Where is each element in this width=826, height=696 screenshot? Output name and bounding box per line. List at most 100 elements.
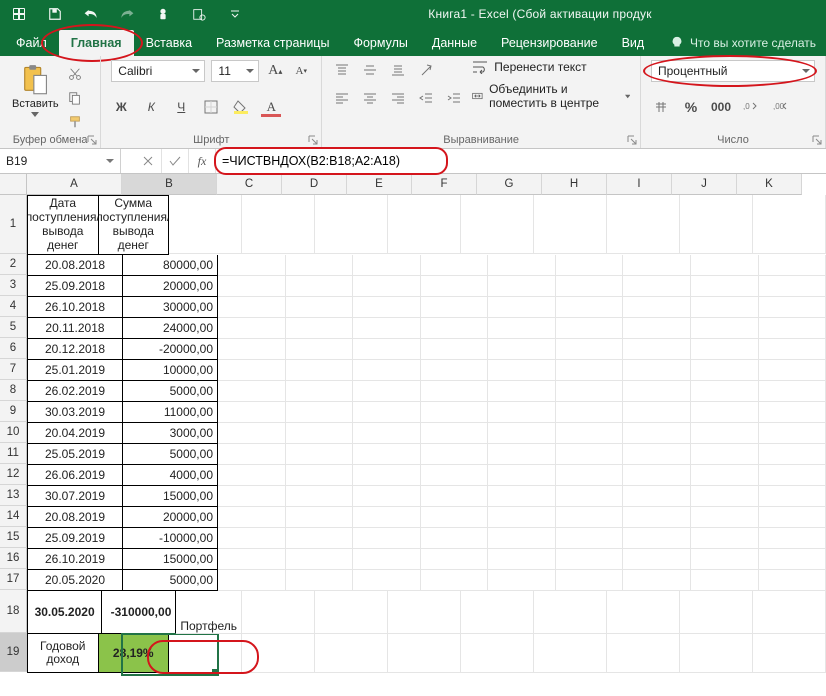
orientation-icon[interactable] [416,60,436,80]
column-header[interactable]: A [27,174,122,195]
align-right-icon[interactable] [388,88,408,108]
column-header[interactable]: F [412,174,477,195]
dialog-launcher-icon[interactable] [627,135,637,145]
currency-icon[interactable] [651,97,671,117]
cell[interactable] [353,297,421,318]
cell[interactable] [680,591,753,634]
cell[interactable] [556,297,624,318]
cell[interactable]: 25.09.2019 [27,528,123,549]
cell[interactable] [488,570,556,591]
cell[interactable] [218,339,286,360]
cell[interactable] [759,486,826,507]
cell[interactable]: 20.12.2018 [27,339,123,360]
cell[interactable] [218,276,286,297]
cell[interactable] [759,297,826,318]
save-icon[interactable] [44,3,66,25]
cell[interactable] [242,195,315,254]
cell[interactable] [421,549,489,570]
redo-icon[interactable] [116,3,138,25]
row-header[interactable]: 12 [0,464,27,485]
cell[interactable] [353,276,421,297]
cell[interactable] [753,195,826,254]
row-header[interactable]: 17 [0,569,27,590]
cell[interactable] [286,528,354,549]
cell[interactable] [623,570,691,591]
row-header[interactable]: 18 [0,590,27,633]
cell[interactable]: 20.08.2019 [27,507,123,528]
cell[interactable] [286,486,354,507]
cell[interactable]: 11000,00 [123,402,218,423]
cell[interactable] [286,297,354,318]
cell[interactable] [218,360,286,381]
cell[interactable] [623,528,691,549]
cell[interactable] [759,402,826,423]
column-header[interactable]: G [477,174,542,195]
cell[interactable]: 26.10.2019 [27,549,123,570]
dialog-launcher-icon[interactable] [308,135,318,145]
cell[interactable] [218,507,286,528]
cell[interactable] [534,591,607,634]
cell[interactable] [759,465,826,486]
cell[interactable] [169,195,242,254]
cell[interactable] [488,402,556,423]
cell[interactable] [353,486,421,507]
cell[interactable] [556,507,624,528]
cell[interactable]: 26.06.2019 [27,465,123,486]
dialog-launcher-icon[interactable] [87,135,97,145]
touch-mode-icon[interactable] [152,3,174,25]
cell[interactable] [421,381,489,402]
row-header[interactable]: 4 [0,296,27,317]
cell[interactable]: 5000,00 [123,381,218,402]
dialog-launcher-icon[interactable] [812,135,822,145]
decrease-decimal-icon[interactable]: ,00 [771,97,791,117]
cell[interactable] [759,549,826,570]
cell[interactable] [421,339,489,360]
cell[interactable] [286,465,354,486]
cell[interactable] [691,339,759,360]
cell[interactable] [218,318,286,339]
cell[interactable] [218,486,286,507]
cell[interactable] [315,634,388,673]
cell[interactable] [488,381,556,402]
tab-home[interactable]: Главная [59,30,134,56]
cell[interactable] [353,381,421,402]
cell[interactable] [623,423,691,444]
cell[interactable]: -20000,00 [123,339,218,360]
cell[interactable] [691,570,759,591]
cell[interactable] [286,507,354,528]
cell[interactable] [691,360,759,381]
align-center-icon[interactable] [360,88,380,108]
row-header[interactable]: 15 [0,527,27,548]
cell[interactable] [353,465,421,486]
column-header[interactable]: J [672,174,737,195]
cell[interactable] [218,444,286,465]
cell[interactable] [388,195,461,254]
cell[interactable] [286,318,354,339]
cell[interactable]: -10000,00 [123,528,218,549]
cell[interactable] [691,486,759,507]
cell[interactable] [421,486,489,507]
cell[interactable] [623,381,691,402]
align-middle-icon[interactable] [360,60,380,80]
cell[interactable] [623,549,691,570]
cell[interactable] [488,318,556,339]
font-color-icon[interactable]: A [261,97,281,117]
cell[interactable] [556,276,624,297]
increase-indent-icon[interactable] [444,88,464,108]
cell[interactable] [218,570,286,591]
cell[interactable]: 20000,00 [123,507,218,528]
cell[interactable] [488,423,556,444]
cell[interactable] [691,465,759,486]
cell[interactable] [759,528,826,549]
copy-icon[interactable] [65,88,85,108]
cell[interactable] [286,255,354,276]
percent-icon[interactable]: % [681,97,701,117]
cell[interactable] [286,549,354,570]
cell[interactable] [488,255,556,276]
cell[interactable] [421,276,489,297]
select-all-corner[interactable] [0,174,27,195]
cell[interactable]: 15000,00 [123,486,218,507]
cell[interactable] [759,360,826,381]
cell[interactable] [759,255,826,276]
enter-formula-icon[interactable] [162,149,189,173]
